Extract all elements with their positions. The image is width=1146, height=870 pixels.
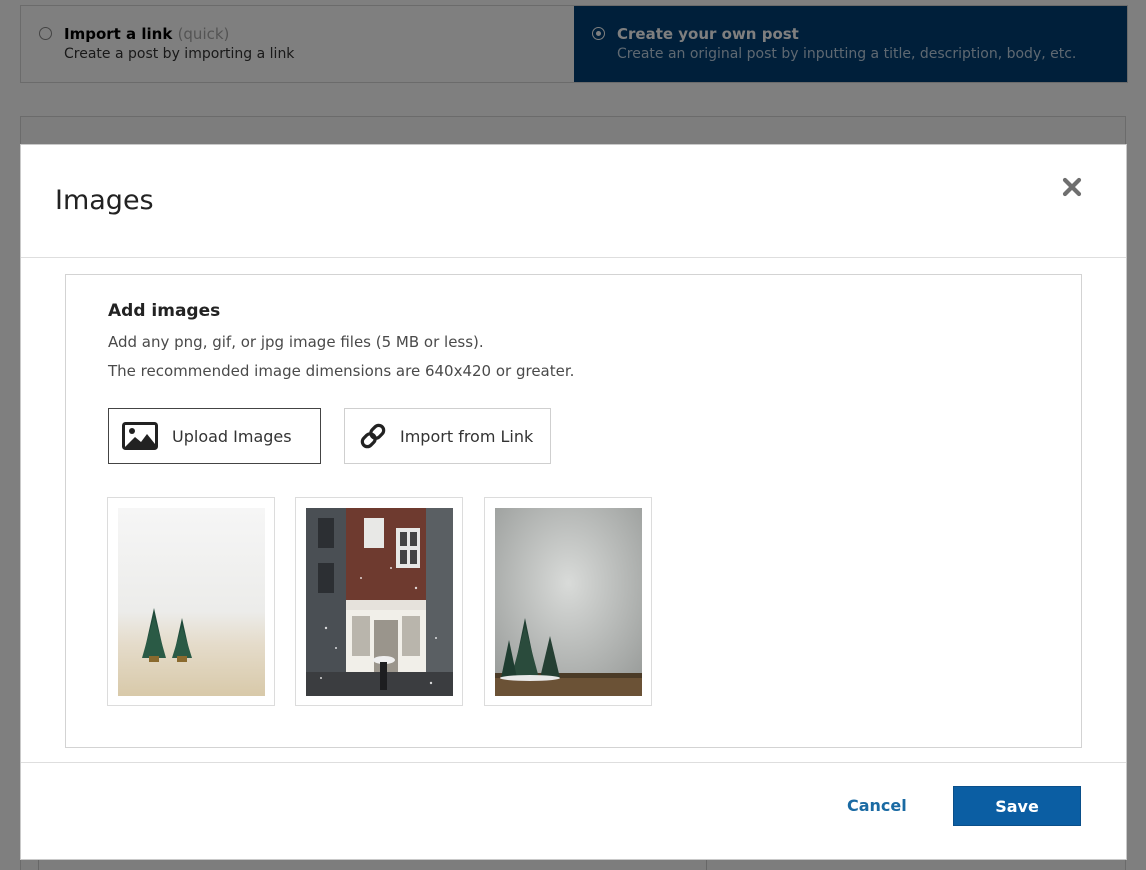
image-thumbnail[interactable] <box>484 497 652 706</box>
thumbnail-image <box>118 508 265 696</box>
upload-images-button[interactable]: Upload Images <box>108 408 321 464</box>
modal-title: Images <box>55 185 154 216</box>
close-button[interactable] <box>1060 175 1084 199</box>
images-modal: Images Add images Add any png, gif, or j… <box>20 144 1127 860</box>
close-icon <box>1062 177 1082 197</box>
help-text-formats: Add any png, gif, or jpg image files (5 … <box>108 333 484 351</box>
link-icon <box>358 422 388 450</box>
modal-header: Images <box>21 145 1126 258</box>
modal-footer: Cancel Save <box>21 762 1126 859</box>
add-images-section: Add images Add any png, gif, or jpg imag… <box>65 274 1082 748</box>
thumbnail-image <box>495 508 642 696</box>
thumbnail-image <box>306 508 453 696</box>
upload-images-label: Upload Images <box>172 426 292 446</box>
cancel-button[interactable]: Cancel <box>847 796 907 815</box>
modal-body: Add images Add any png, gif, or jpg imag… <box>21 258 1126 764</box>
help-text-dimensions: The recommended image dimensions are 640… <box>108 362 575 380</box>
import-from-link-button[interactable]: Import from Link <box>344 408 551 464</box>
section-heading: Add images <box>108 301 221 321</box>
image-thumbnail[interactable] <box>107 497 275 706</box>
import-from-link-label: Import from Link <box>400 426 534 446</box>
image-thumbnail[interactable] <box>295 497 463 706</box>
image-icon <box>122 422 158 450</box>
save-button[interactable]: Save <box>953 786 1081 826</box>
